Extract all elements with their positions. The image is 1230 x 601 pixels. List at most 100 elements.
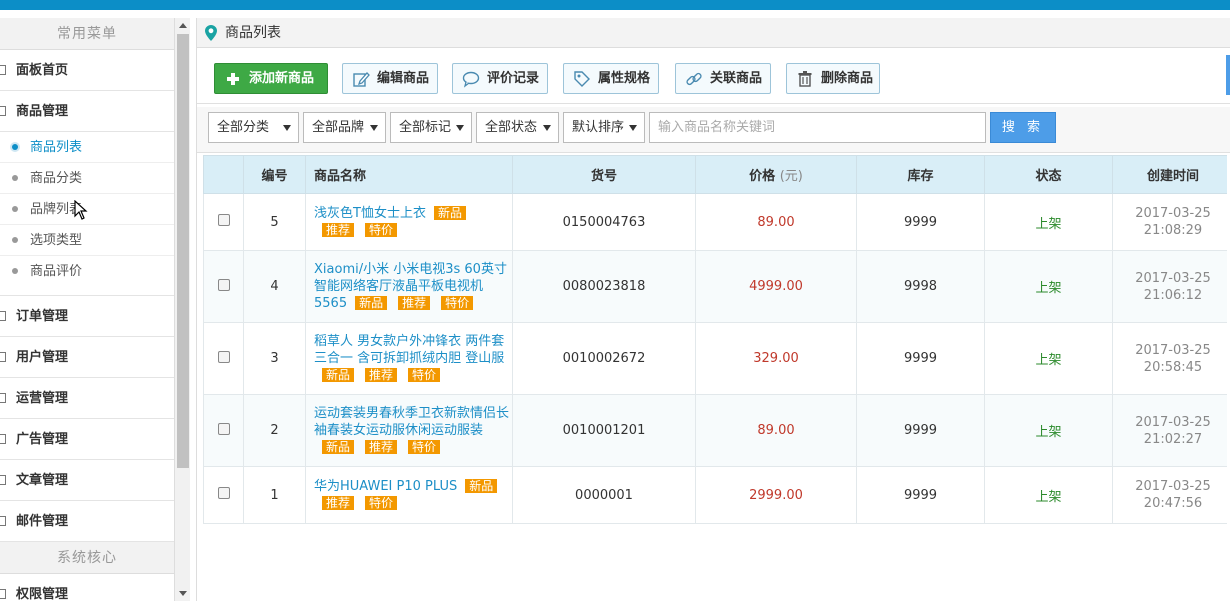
sidebar-item-users[interactable]: 用户管理 (0, 337, 174, 378)
row-created: 2017-03-25 20:58:45 (1112, 322, 1227, 395)
related-products-button[interactable]: 关联商品 (675, 63, 771, 94)
sort-select[interactable]: 默认排序 (563, 112, 645, 143)
brand-select-value: 全部品牌 (312, 120, 365, 135)
mark-select[interactable]: 全部标记 (390, 112, 472, 143)
header-price-unit: (元) (779, 169, 803, 184)
bullet-icon (12, 237, 18, 243)
tag-icon (574, 71, 590, 87)
dropdown-caret-icon (629, 125, 637, 131)
row-checkbox-cell (203, 250, 244, 323)
collapse-icon (0, 65, 6, 75)
sidebar-subitem-categories[interactable]: 商品分类 (0, 163, 174, 194)
row-checkbox[interactable] (217, 487, 230, 499)
product-name-link[interactable]: 浅灰色T恤女士上衣 (314, 206, 426, 221)
bullet-icon (12, 144, 18, 150)
row-status: 上架 (984, 466, 1113, 524)
sidebar-subitem-label: 商品分类 (30, 171, 83, 186)
row-price: 89.00 (695, 394, 857, 467)
tag-special-badge: 特价 (365, 223, 398, 237)
dropdown-caret-icon (456, 125, 464, 131)
edit-product-button[interactable]: 编辑商品 (342, 63, 438, 94)
brand-select[interactable]: 全部品牌 (303, 112, 386, 143)
header-name[interactable]: 商品名称 (305, 155, 513, 194)
product-name-link[interactable]: 运动套装男春秋季卫衣新款情侣长袖春装女运动服休闲运动服装 (314, 406, 509, 438)
main-scroll-indicator[interactable] (1226, 55, 1230, 95)
tag-new-badge: 新品 (465, 479, 498, 493)
main-panel: 商品列表 添加新商品 编辑商品 评价记录 属性规格 关联商品 删除商品 全部分类… (196, 18, 1230, 601)
sidebar-scrollbar[interactable] (174, 18, 190, 601)
search-button[interactable]: 搜 索 (990, 112, 1056, 143)
sidebar-item-label: 广告管理 (16, 432, 69, 447)
row-checkbox[interactable] (217, 214, 230, 226)
sidebar: 常用菜单 面板首页 商品管理 商品列表 商品分类 品牌列表 选项类型 商品评价 … (0, 10, 192, 601)
header-sku[interactable]: 货号 (512, 155, 696, 194)
table-header-row: 编号 商品名称 货号 价格 (元) 库存 状态 创建时间 (203, 155, 1227, 194)
tag-special-badge: 特价 (408, 440, 441, 454)
row-status: 上架 (984, 193, 1113, 251)
review-records-button[interactable]: 评价记录 (452, 63, 548, 94)
category-select[interactable]: 全部分类 (208, 112, 299, 143)
sidebar-subitem-label: 选项类型 (30, 233, 83, 248)
tag-recommend-badge: 推荐 (322, 496, 355, 510)
sidebar-item-permissions[interactable]: 权限管理 (0, 574, 174, 601)
sidebar-item-dashboard[interactable]: 面板首页 (0, 50, 174, 91)
row-sku: 0150004763 (512, 193, 696, 251)
header-status[interactable]: 状态 (984, 155, 1113, 194)
row-name-cell: 华为HUAWEI P10 PLUS 新品 推荐 特价 (305, 466, 513, 524)
bullet-icon (12, 268, 18, 274)
product-name-link[interactable]: 华为HUAWEI P10 PLUS (314, 479, 457, 494)
header-name-label: 商品名称 (314, 169, 367, 184)
add-product-button[interactable]: 添加新商品 (214, 63, 328, 94)
row-status: 上架 (984, 322, 1113, 395)
sidebar-item-orders[interactable]: 订单管理 (0, 296, 174, 337)
collapse-icon (0, 352, 6, 362)
filter-bar: 全部分类 全部品牌 全部标记 全部状态 默认排序 搜 索 (197, 107, 1230, 153)
row-created-date: 2017-03-25 (1135, 479, 1211, 494)
sidebar-header-core: 系统核心 (0, 542, 174, 574)
sidebar-subitem-reviews[interactable]: 商品评价 (0, 256, 174, 287)
collapse-icon (0, 475, 6, 485)
edit-product-label: 编辑商品 (377, 71, 430, 86)
row-price: 329.00 (695, 322, 857, 395)
sidebar-subitem-option-types[interactable]: 选项类型 (0, 225, 174, 256)
header-id[interactable]: 编号 (243, 155, 306, 194)
sidebar-item-products[interactable]: 商品管理 (0, 91, 174, 132)
row-stock: 9998 (856, 250, 985, 323)
sidebar-item-label: 用户管理 (16, 350, 69, 365)
link-icon (686, 72, 702, 86)
header-price[interactable]: 价格 (元) (695, 155, 857, 194)
row-checkbox[interactable] (217, 422, 230, 435)
table-row: 2 运动套装男春秋季卫衣新款情侣长袖春装女运动服休闲运动服装 新品 推荐 特价 001… (203, 394, 1227, 467)
sidebar-item-mail[interactable]: 邮件管理 (0, 501, 174, 542)
sidebar-scroll-thumb[interactable] (177, 34, 189, 468)
sidebar-subitem-product-list[interactable]: 商品列表 (0, 132, 174, 163)
collapse-icon (0, 516, 6, 526)
header-checkbox (203, 155, 244, 194)
sidebar-subitem-label: 商品列表 (30, 140, 83, 155)
page-title: 商品列表 (225, 25, 281, 41)
row-created: 2017-03-25 21:06:12 (1112, 250, 1227, 323)
tag-recommend-badge: 推荐 (365, 368, 398, 382)
search-input[interactable] (649, 112, 986, 143)
trash-icon (798, 71, 812, 87)
collapse-icon (0, 393, 6, 403)
header-created[interactable]: 创建时间 (1112, 155, 1227, 194)
sidebar-item-label: 面板首页 (16, 63, 69, 78)
scroll-down-arrow-icon[interactable] (179, 591, 187, 596)
sidebar-item-operations[interactable]: 运营管理 (0, 378, 174, 419)
sidebar-item-articles[interactable]: 文章管理 (0, 460, 174, 501)
product-name-link[interactable]: 稻草人 男女款户外冲锋衣 两件套三合一 含可拆卸抓绒内胆 登山服 (314, 334, 504, 366)
related-products-label: 关联商品 (710, 71, 763, 86)
bullet-icon (12, 206, 18, 212)
delete-product-button[interactable]: 删除商品 (786, 63, 880, 94)
status-select[interactable]: 全部状态 (476, 112, 559, 143)
row-checkbox[interactable] (217, 278, 230, 291)
row-stock: 9999 (856, 394, 985, 467)
row-name-cell: 运动套装男春秋季卫衣新款情侣长袖春装女运动服休闲运动服装 新品 推荐 特价 (305, 394, 513, 467)
row-checkbox[interactable] (217, 350, 230, 363)
collapse-icon (0, 434, 6, 444)
header-stock[interactable]: 库存 (856, 155, 985, 194)
attribute-spec-button[interactable]: 属性规格 (563, 63, 659, 94)
scroll-up-arrow-icon[interactable] (179, 23, 187, 28)
sidebar-item-ads[interactable]: 广告管理 (0, 419, 174, 460)
